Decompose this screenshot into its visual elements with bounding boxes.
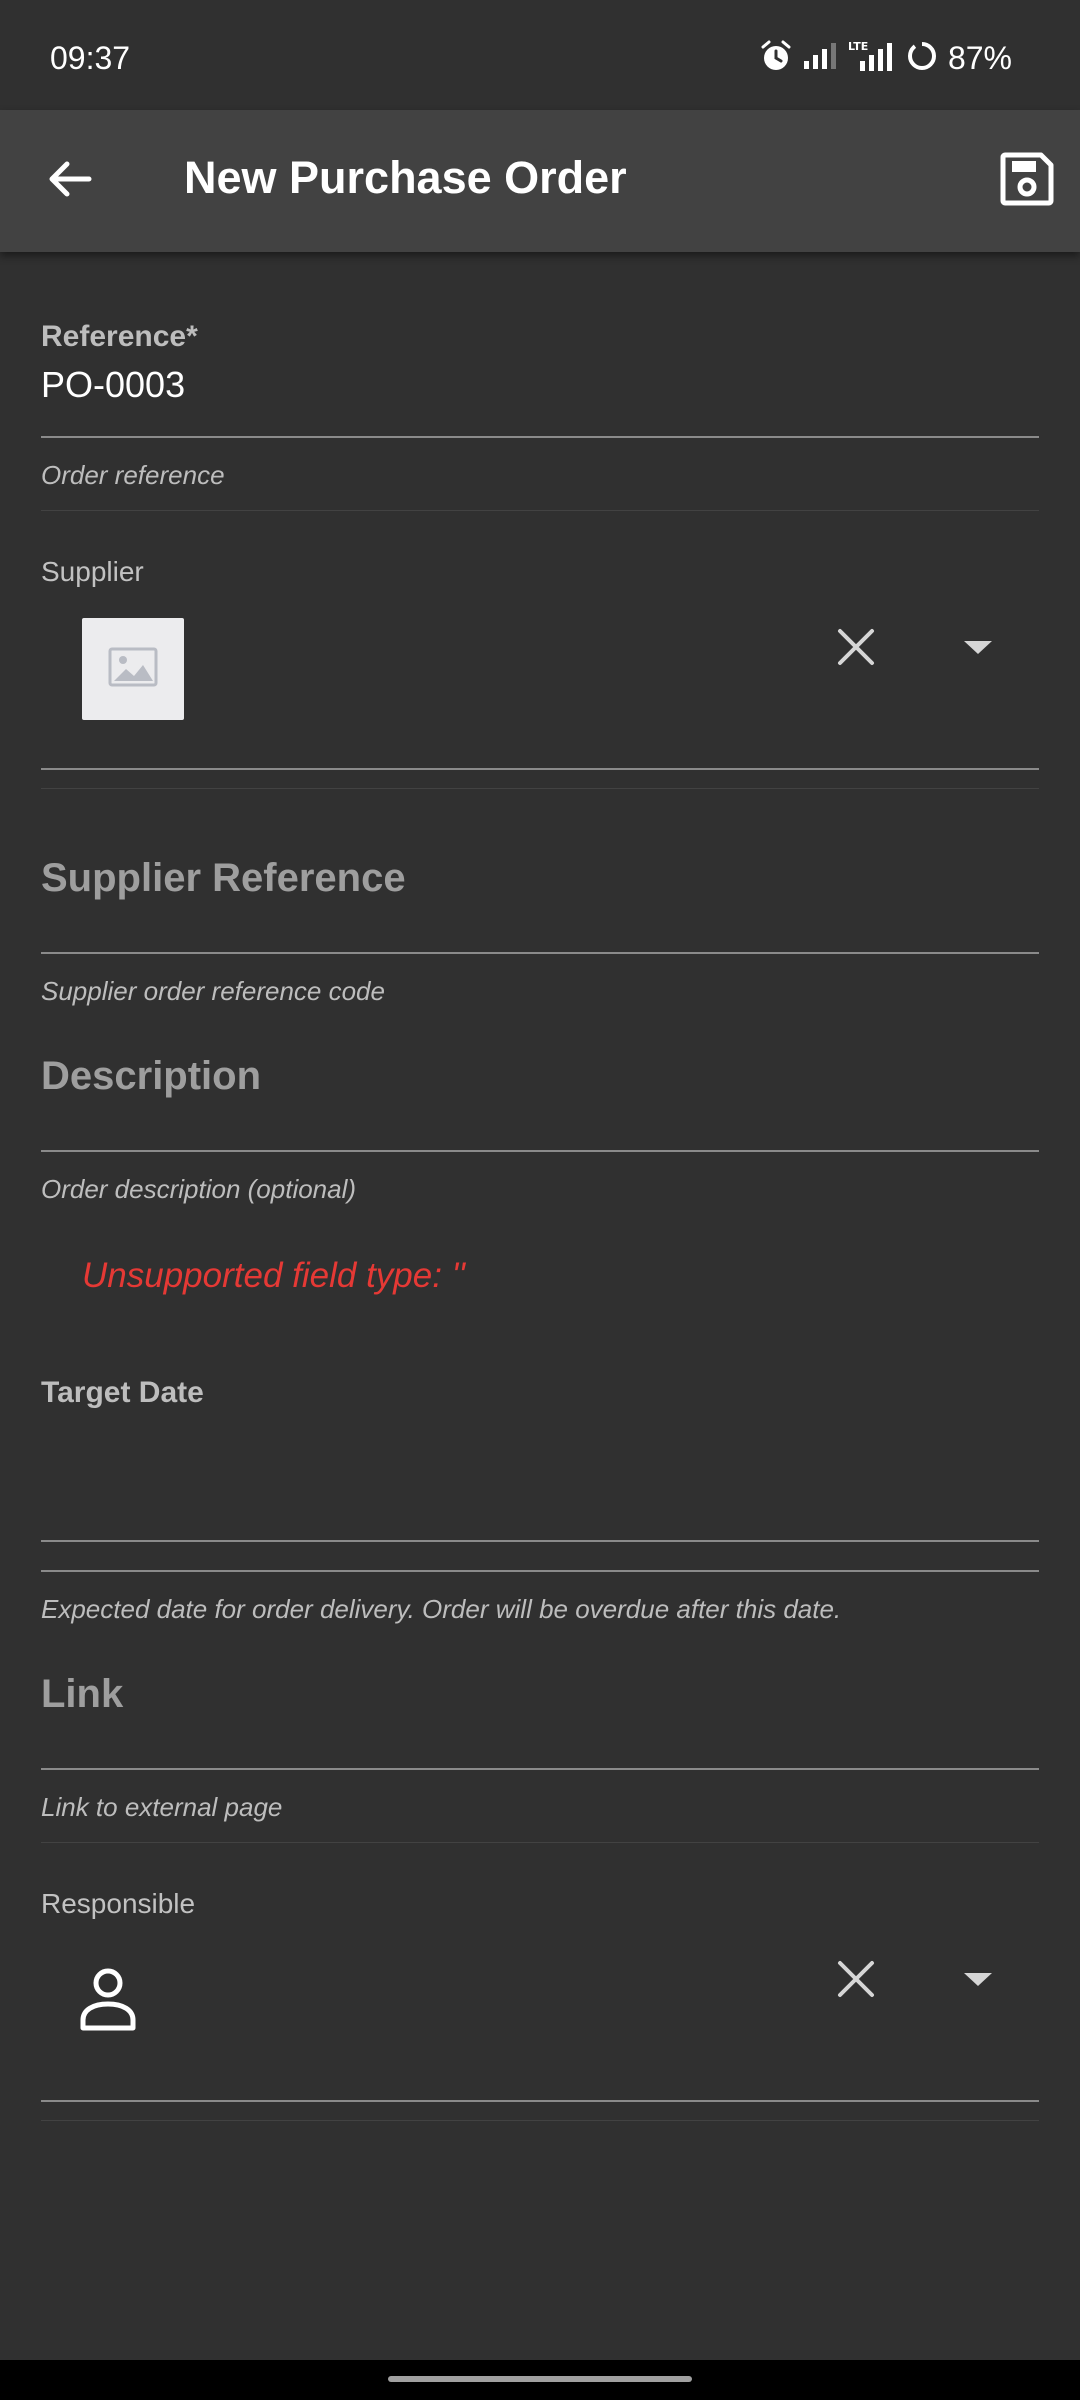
supplier-thumbnail <box>82 618 184 720</box>
target-date-label: Target Date <box>41 1376 204 1409</box>
supplier-reference-helper: Supplier order reference code <box>41 976 385 1006</box>
battery-ring-icon <box>906 40 938 77</box>
reference-label: Reference* <box>41 320 198 353</box>
dropdown-arrow-icon <box>962 1971 994 1992</box>
link-underline <box>41 1768 1039 1770</box>
divider <box>41 510 1039 511</box>
supplier-underline <box>41 768 1039 770</box>
supplier-label: Supplier <box>41 556 144 587</box>
image-placeholder-icon <box>108 647 158 692</box>
reference-input[interactable]: PO-0003 <box>41 364 1039 406</box>
alarm-icon <box>760 39 792 78</box>
close-icon <box>836 1959 876 2004</box>
supplier-dropdown-button[interactable] <box>943 614 1013 684</box>
reference-underline <box>41 436 1039 438</box>
target-date-underline-secondary <box>41 1570 1039 1572</box>
description-input[interactable]: Description <box>41 1054 1039 1099</box>
target-date-underline <box>41 1540 1039 1542</box>
responsible-dropdown-button[interactable] <box>943 1946 1013 2016</box>
responsible-label: Responsible <box>41 1888 196 1919</box>
save-icon <box>999 151 1055 212</box>
responsible-clear-button[interactable] <box>821 1946 891 2016</box>
link-helper: Link to external page <box>41 1792 283 1822</box>
description-underline <box>41 1150 1039 1152</box>
navigation-bar <box>0 2360 1080 2400</box>
back-button[interactable] <box>40 151 100 211</box>
save-button[interactable] <box>996 150 1058 212</box>
dropdown-arrow-icon <box>962 639 994 660</box>
supplier-clear-button[interactable] <box>821 614 891 684</box>
divider <box>41 1842 1039 1843</box>
divider <box>41 2120 1039 2121</box>
status-bar: 09:37 LTE 87% <box>0 0 1080 110</box>
reference-helper: Order reference <box>41 460 225 490</box>
unsupported-field-error: Unsupported field type: '' <box>82 1256 466 1295</box>
status-time: 09:37 <box>50 40 131 76</box>
lte-signal-icon: LTE <box>848 39 896 78</box>
target-date-helper: Expected date for order delivery. Order … <box>41 1594 842 1624</box>
battery-percent: 87% <box>947 39 1012 76</box>
page-title: New Purchase Order <box>184 152 627 203</box>
person-icon <box>78 1966 138 2037</box>
divider <box>41 788 1039 789</box>
supplier-reference-input[interactable]: Supplier Reference <box>41 856 1039 901</box>
target-date-input[interactable] <box>41 1420 1039 1534</box>
link-input[interactable]: Link <box>41 1672 1039 1717</box>
arrow-left-icon <box>47 156 93 207</box>
purchase-order-form: Reference* PO-0003 Order reference Suppl… <box>0 252 1080 2360</box>
signal-icon <box>802 41 838 76</box>
app-bar: New Purchase Order <box>0 110 1080 252</box>
close-icon <box>836 627 876 672</box>
svg-text:LTE: LTE <box>848 40 868 53</box>
home-gesture-handle[interactable] <box>388 2376 692 2382</box>
status-icons: LTE 87% <box>760 36 1012 80</box>
supplier-reference-underline <box>41 952 1039 954</box>
responsible-underline <box>41 2100 1039 2102</box>
description-helper: Order description (optional) <box>41 1174 357 1204</box>
